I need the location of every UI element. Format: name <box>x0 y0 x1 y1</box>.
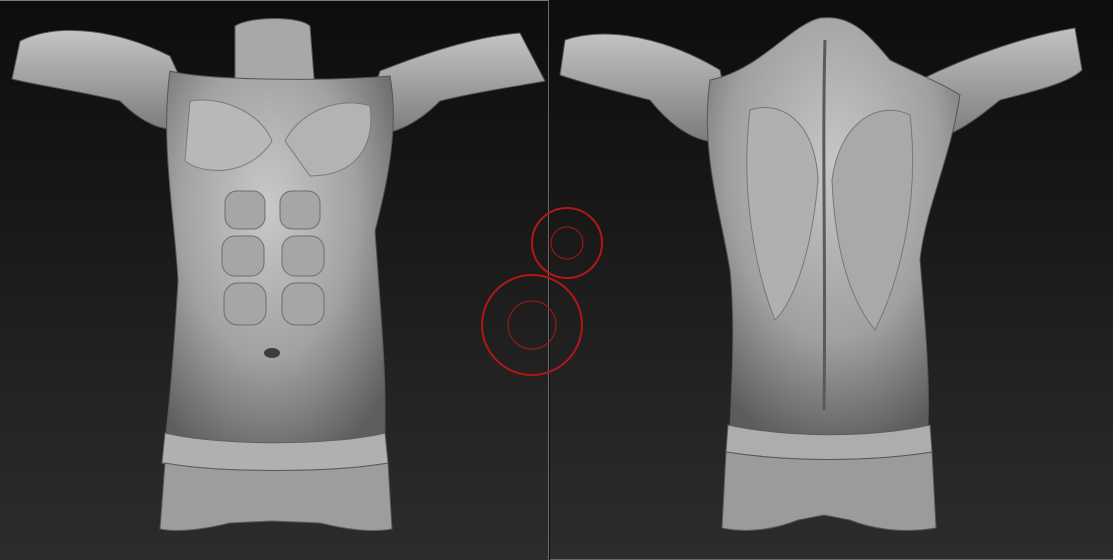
viewport-front[interactable] <box>0 0 549 560</box>
sculpt-torso-front[interactable] <box>0 1 549 560</box>
sculpt-torso-back[interactable] <box>550 0 1113 560</box>
viewport-back[interactable] <box>550 0 1113 560</box>
